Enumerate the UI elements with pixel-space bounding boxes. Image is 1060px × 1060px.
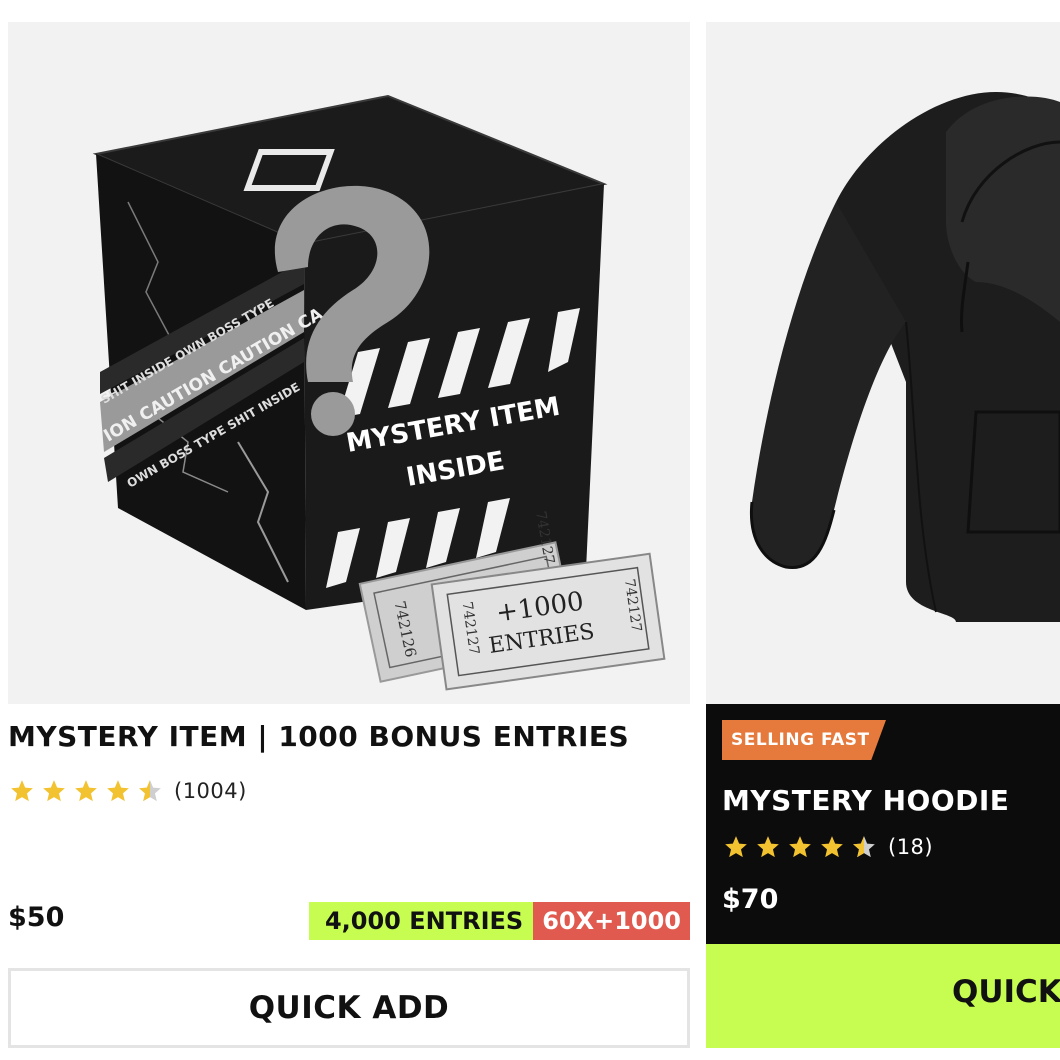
star-icon [789, 836, 811, 858]
product-image-mystery-box[interactable]: ION CAUTION CAUTION CA SHIT INSIDE OWN B… [8, 22, 690, 704]
star-icon [725, 836, 747, 858]
product-rating: (18) [722, 834, 933, 860]
product-rating: (1004) [8, 778, 247, 804]
mystery-box-illustration: ION CAUTION CAUTION CA SHIT INSIDE OWN B… [92, 94, 666, 691]
product-price: $50 [8, 902, 65, 933]
star-icon [11, 780, 33, 802]
rating-count[interactable]: (18) [888, 835, 933, 859]
star-icon [107, 780, 129, 802]
quick-add-button[interactable]: QUICK [706, 944, 1060, 1048]
star-icon [75, 780, 97, 802]
star-icon [757, 836, 779, 858]
half-star-icon [853, 836, 875, 858]
quick-add-button[interactable]: QUICK ADD [8, 968, 690, 1048]
quick-add-label: QUICK [952, 974, 1060, 1010]
entries-badges: 4,000 ENTRIES 60X+1000 [308, 902, 690, 940]
product-card-mystery-item: ION CAUTION CAUTION CA SHIT INSIDE OWN B… [8, 22, 690, 1052]
product-info-panel: SELLING FAST MYSTERY HOODIE (18) $70 [706, 704, 1060, 944]
product-card-mystery-hoodie: SELLING FAST MYSTERY HOODIE (18) $70 QUI… [706, 22, 1060, 1048]
product-title[interactable]: MYSTERY HOODIE [722, 784, 1009, 817]
entries-badge: 4,000 ENTRIES [308, 902, 534, 940]
product-title[interactable]: MYSTERY ITEM | 1000 BONUS ENTRIES [8, 720, 690, 753]
product-price: $70 [722, 884, 779, 915]
multiplier-badge: 60X+1000 [533, 902, 690, 940]
star-icon [43, 780, 65, 802]
star-icon [821, 836, 843, 858]
hoodie-illustration [749, 92, 1060, 622]
product-image-hoodie[interactable] [706, 22, 1060, 704]
half-star-icon [139, 780, 161, 802]
rating-count[interactable]: (1004) [174, 779, 247, 803]
selling-fast-badge: SELLING FAST [722, 720, 886, 760]
